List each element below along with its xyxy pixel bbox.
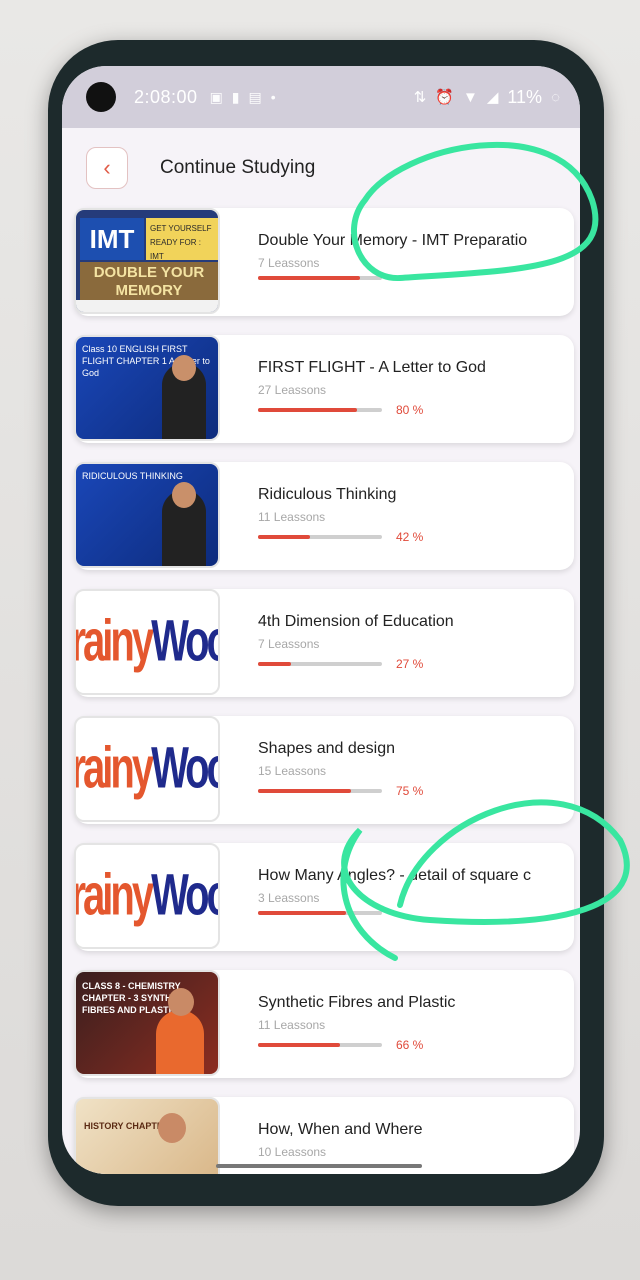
progress-fill bbox=[258, 276, 360, 280]
lesson-count: 27 Leassons bbox=[258, 383, 327, 397]
course-thumbnail: BrainyWood bbox=[74, 589, 220, 695]
course-card[interactable]: CLASS 8 - CHEMISTRY CHAPTER - 3 SYNTHETI… bbox=[74, 970, 574, 1078]
notification-icons: ▣ ▮ ▤ • bbox=[210, 89, 276, 106]
course-title: Synthetic Fibres and Plastic bbox=[258, 994, 456, 1011]
gallery-icon: ▤ bbox=[248, 88, 262, 105]
course-thumbnail: Class 10 ENGLISH FIRST FLIGHT CHAPTER 1 … bbox=[74, 335, 220, 441]
battery-saver-icon: ▮ bbox=[231, 88, 240, 105]
course-title: How, When and Where bbox=[258, 1121, 423, 1138]
progress-fill bbox=[258, 408, 358, 412]
lesson-count: 3 Leassons bbox=[258, 891, 320, 905]
thumbnail-label: RIDICULOUS THINKING bbox=[82, 471, 183, 481]
progress-bar bbox=[258, 1043, 382, 1047]
progress-percent: 80 % bbox=[396, 403, 424, 417]
progress-percent: 27 % bbox=[396, 657, 424, 671]
progress-bar bbox=[258, 911, 382, 915]
course-thumbnail: IMT GET YOURSELF READY FOR : IMT DOUBLE … bbox=[74, 208, 220, 314]
progress-fill bbox=[258, 535, 311, 539]
brainywood-logo: BrainyWood bbox=[76, 609, 218, 674]
teacher-head bbox=[172, 482, 196, 508]
progress-percent: 42 % bbox=[396, 530, 424, 544]
progress-fill bbox=[258, 1043, 340, 1047]
progress-bar bbox=[258, 789, 382, 793]
wifi-icon: ▼ bbox=[462, 88, 478, 106]
lesson-count: 11 Leassons bbox=[258, 510, 326, 524]
progress-fill bbox=[258, 911, 347, 915]
teacher-head bbox=[172, 355, 196, 381]
course-card[interactable]: BrainyWood 4th Dimension of Education 7 … bbox=[74, 589, 574, 697]
course-title: FIRST FLIGHT - A Letter to God bbox=[258, 359, 486, 376]
lesson-count: 7 Leassons bbox=[258, 256, 320, 270]
brainywood-logo: BrainyWood bbox=[76, 863, 218, 928]
teacher-head bbox=[158, 1113, 186, 1143]
course-card[interactable]: HISTORY CHAPTER: 1 How, When and Where 1… bbox=[74, 1097, 574, 1174]
camera-cutout bbox=[86, 82, 116, 112]
message-icon: ▣ bbox=[209, 88, 223, 105]
thumbnail-tagline: GET YOURSELF READY FOR : IMT bbox=[146, 218, 218, 261]
brainywood-logo: BrainyWood bbox=[76, 736, 218, 801]
lesson-count: 7 Leassons bbox=[258, 637, 320, 651]
course-thumbnail: CLASS 8 - CHEMISTRY CHAPTER - 3 SYNTHETI… bbox=[74, 970, 220, 1076]
page-title: Continue Studying bbox=[160, 157, 316, 178]
thumbnail-label: CLASS 8 - CHEMISTRY CHAPTER - 3 SYNTHETI… bbox=[82, 981, 193, 1015]
progress-fill bbox=[258, 662, 292, 666]
home-indicator[interactable] bbox=[216, 1164, 422, 1168]
course-thumbnail: BrainyWood bbox=[74, 716, 220, 822]
lesson-count: 10 Leassons bbox=[258, 1145, 327, 1159]
progress-fill bbox=[258, 789, 351, 793]
progress-percent: 66 % bbox=[396, 1038, 424, 1052]
course-card[interactable]: BrainyWood Shapes and design 15 Leassons… bbox=[74, 716, 574, 824]
imt-logo: IMT bbox=[80, 218, 144, 260]
course-title: Shapes and design bbox=[258, 740, 395, 757]
battery-icon: ◌ bbox=[551, 88, 560, 106]
course-title: Ridiculous Thinking bbox=[258, 486, 397, 503]
course-card[interactable]: IMT GET YOURSELF READY FOR : IMT DOUBLE … bbox=[74, 208, 574, 316]
page-header: ‹ Continue Studying bbox=[62, 128, 580, 208]
battery-percent: 11% bbox=[507, 86, 543, 107]
progress-bar bbox=[258, 276, 382, 280]
app-screen: 2:08:00 ▣ ▮ ▤ • ⇅ ⏰ ▼ ◢ 11% ◌ ‹ Continue… bbox=[62, 66, 580, 1174]
thumbnail-footer bbox=[76, 300, 218, 312]
teacher-head bbox=[168, 988, 194, 1016]
back-button[interactable]: ‹ bbox=[86, 147, 128, 189]
data-speed-icon: ⇅ bbox=[413, 89, 427, 106]
system-icons: ⇅ ⏰ ▼ ◢ 11% ◌ bbox=[414, 87, 560, 108]
course-thumbnail: HISTORY CHAPTER: 1 bbox=[74, 1097, 220, 1174]
course-card[interactable]: Class 10 ENGLISH FIRST FLIGHT CHAPTER 1 … bbox=[74, 335, 574, 443]
dot-icon: • bbox=[270, 89, 276, 105]
progress-bar bbox=[258, 535, 382, 539]
course-list: IMT GET YOURSELF READY FOR : IMT DOUBLE … bbox=[74, 208, 574, 1174]
teacher-figure bbox=[156, 1010, 204, 1074]
progress-bar bbox=[258, 662, 382, 666]
chevron-left-icon: ‹ bbox=[103, 155, 111, 180]
course-title: 4th Dimension of Education bbox=[258, 613, 454, 630]
course-thumbnail: RIDICULOUS THINKING bbox=[74, 462, 220, 568]
thumbnail-banner: DOUBLE YOUR MEMORY bbox=[80, 262, 218, 302]
course-card[interactable]: BrainyWood How Many Angles? - detail of … bbox=[74, 843, 574, 951]
lesson-count: 15 Leassons bbox=[258, 764, 327, 778]
alarm-icon: ⏰ bbox=[435, 89, 454, 106]
course-title: How Many Angles? - detail of square c bbox=[258, 867, 532, 884]
status-time: 2:08:00 bbox=[134, 86, 198, 107]
lesson-count: 11 Leassons bbox=[258, 1018, 326, 1032]
signal-icon: ◢ bbox=[486, 89, 499, 106]
status-bar: 2:08:00 ▣ ▮ ▤ • ⇅ ⏰ ▼ ◢ 11% ◌ bbox=[62, 66, 580, 128]
course-card[interactable]: RIDICULOUS THINKING Ridiculous Thinking … bbox=[74, 462, 574, 570]
progress-bar bbox=[258, 408, 382, 412]
course-title: Double Your Memory - IMT Preparatio bbox=[258, 232, 528, 249]
course-thumbnail: BrainyWood bbox=[74, 843, 220, 949]
progress-percent: 75 % bbox=[396, 784, 424, 798]
